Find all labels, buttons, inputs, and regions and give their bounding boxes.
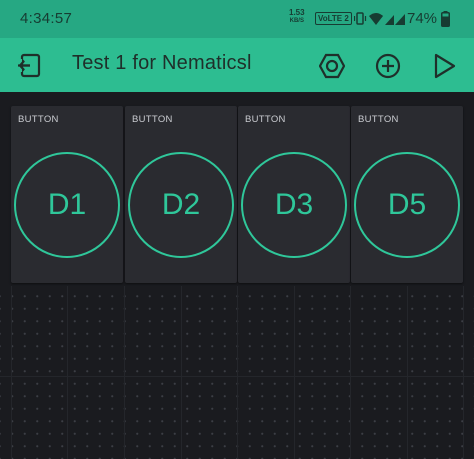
volte-badge: VoLTE 2 (315, 12, 352, 25)
wifi-icon (369, 13, 383, 25)
play-icon[interactable] (433, 53, 457, 79)
widget-button-d1[interactable]: D1 (14, 152, 120, 258)
grid-divider (407, 286, 408, 459)
plus-circle-icon[interactable] (375, 53, 401, 79)
project-title: Test 1 for Nematicsl (72, 52, 252, 74)
cell-signal-icon-1 (385, 15, 394, 25)
button-widget-d3[interactable]: BUTTON D3 (238, 106, 350, 283)
status-icons (353, 11, 406, 32)
button-widget-d5[interactable]: BUTTON D5 (351, 106, 463, 283)
grid-divider (124, 286, 125, 459)
widget-label: BUTTON (18, 114, 59, 125)
widget-pin-label: D3 (274, 188, 314, 221)
battery-icon (441, 11, 450, 27)
cell-signal-icon-2 (395, 14, 405, 25)
battery-percent: 74% (407, 10, 438, 27)
app-bar: Test 1 for Nematicsl (0, 38, 474, 92)
button-widget-d1[interactable]: BUTTON D1 (11, 106, 123, 283)
grid-divider (67, 286, 68, 459)
widget-row: BUTTON D1 BUTTON D2 BUTTON D3 BUTTON D5 (0, 100, 474, 286)
widget-button-d3[interactable]: D3 (241, 152, 347, 258)
vibrate-icon (353, 12, 367, 25)
widget-button-d2[interactable]: D2 (128, 152, 234, 258)
network-speed-unit: KB/S (289, 18, 304, 24)
button-widget-d2[interactable]: BUTTON D2 (125, 106, 237, 283)
grid-divider (294, 286, 295, 459)
grid-divider (0, 376, 474, 377)
grid-divider (237, 286, 238, 459)
grid-divider (350, 286, 351, 459)
status-time: 4:34:57 (20, 10, 73, 27)
grid-divider (11, 286, 12, 459)
grid-divider (181, 286, 182, 459)
exit-project-icon[interactable] (17, 53, 43, 79)
hexagon-nut-icon[interactable] (319, 53, 345, 79)
status-bar: 4:34:57 1.53 KB/S VoLTE 2 74% (0, 0, 474, 38)
grid-divider (463, 286, 464, 459)
widget-label: BUTTON (245, 114, 286, 125)
widget-pin-label: D2 (161, 188, 201, 221)
widget-label: BUTTON (132, 114, 173, 125)
widget-pin-label: D5 (387, 188, 427, 221)
network-speed: 1.53 KB/S (289, 8, 305, 26)
widget-button-d5[interactable]: D5 (354, 152, 460, 258)
widget-label: BUTTON (358, 114, 399, 125)
network-speed-value: 1.53 (289, 8, 305, 17)
widget-pin-label: D1 (47, 188, 87, 221)
